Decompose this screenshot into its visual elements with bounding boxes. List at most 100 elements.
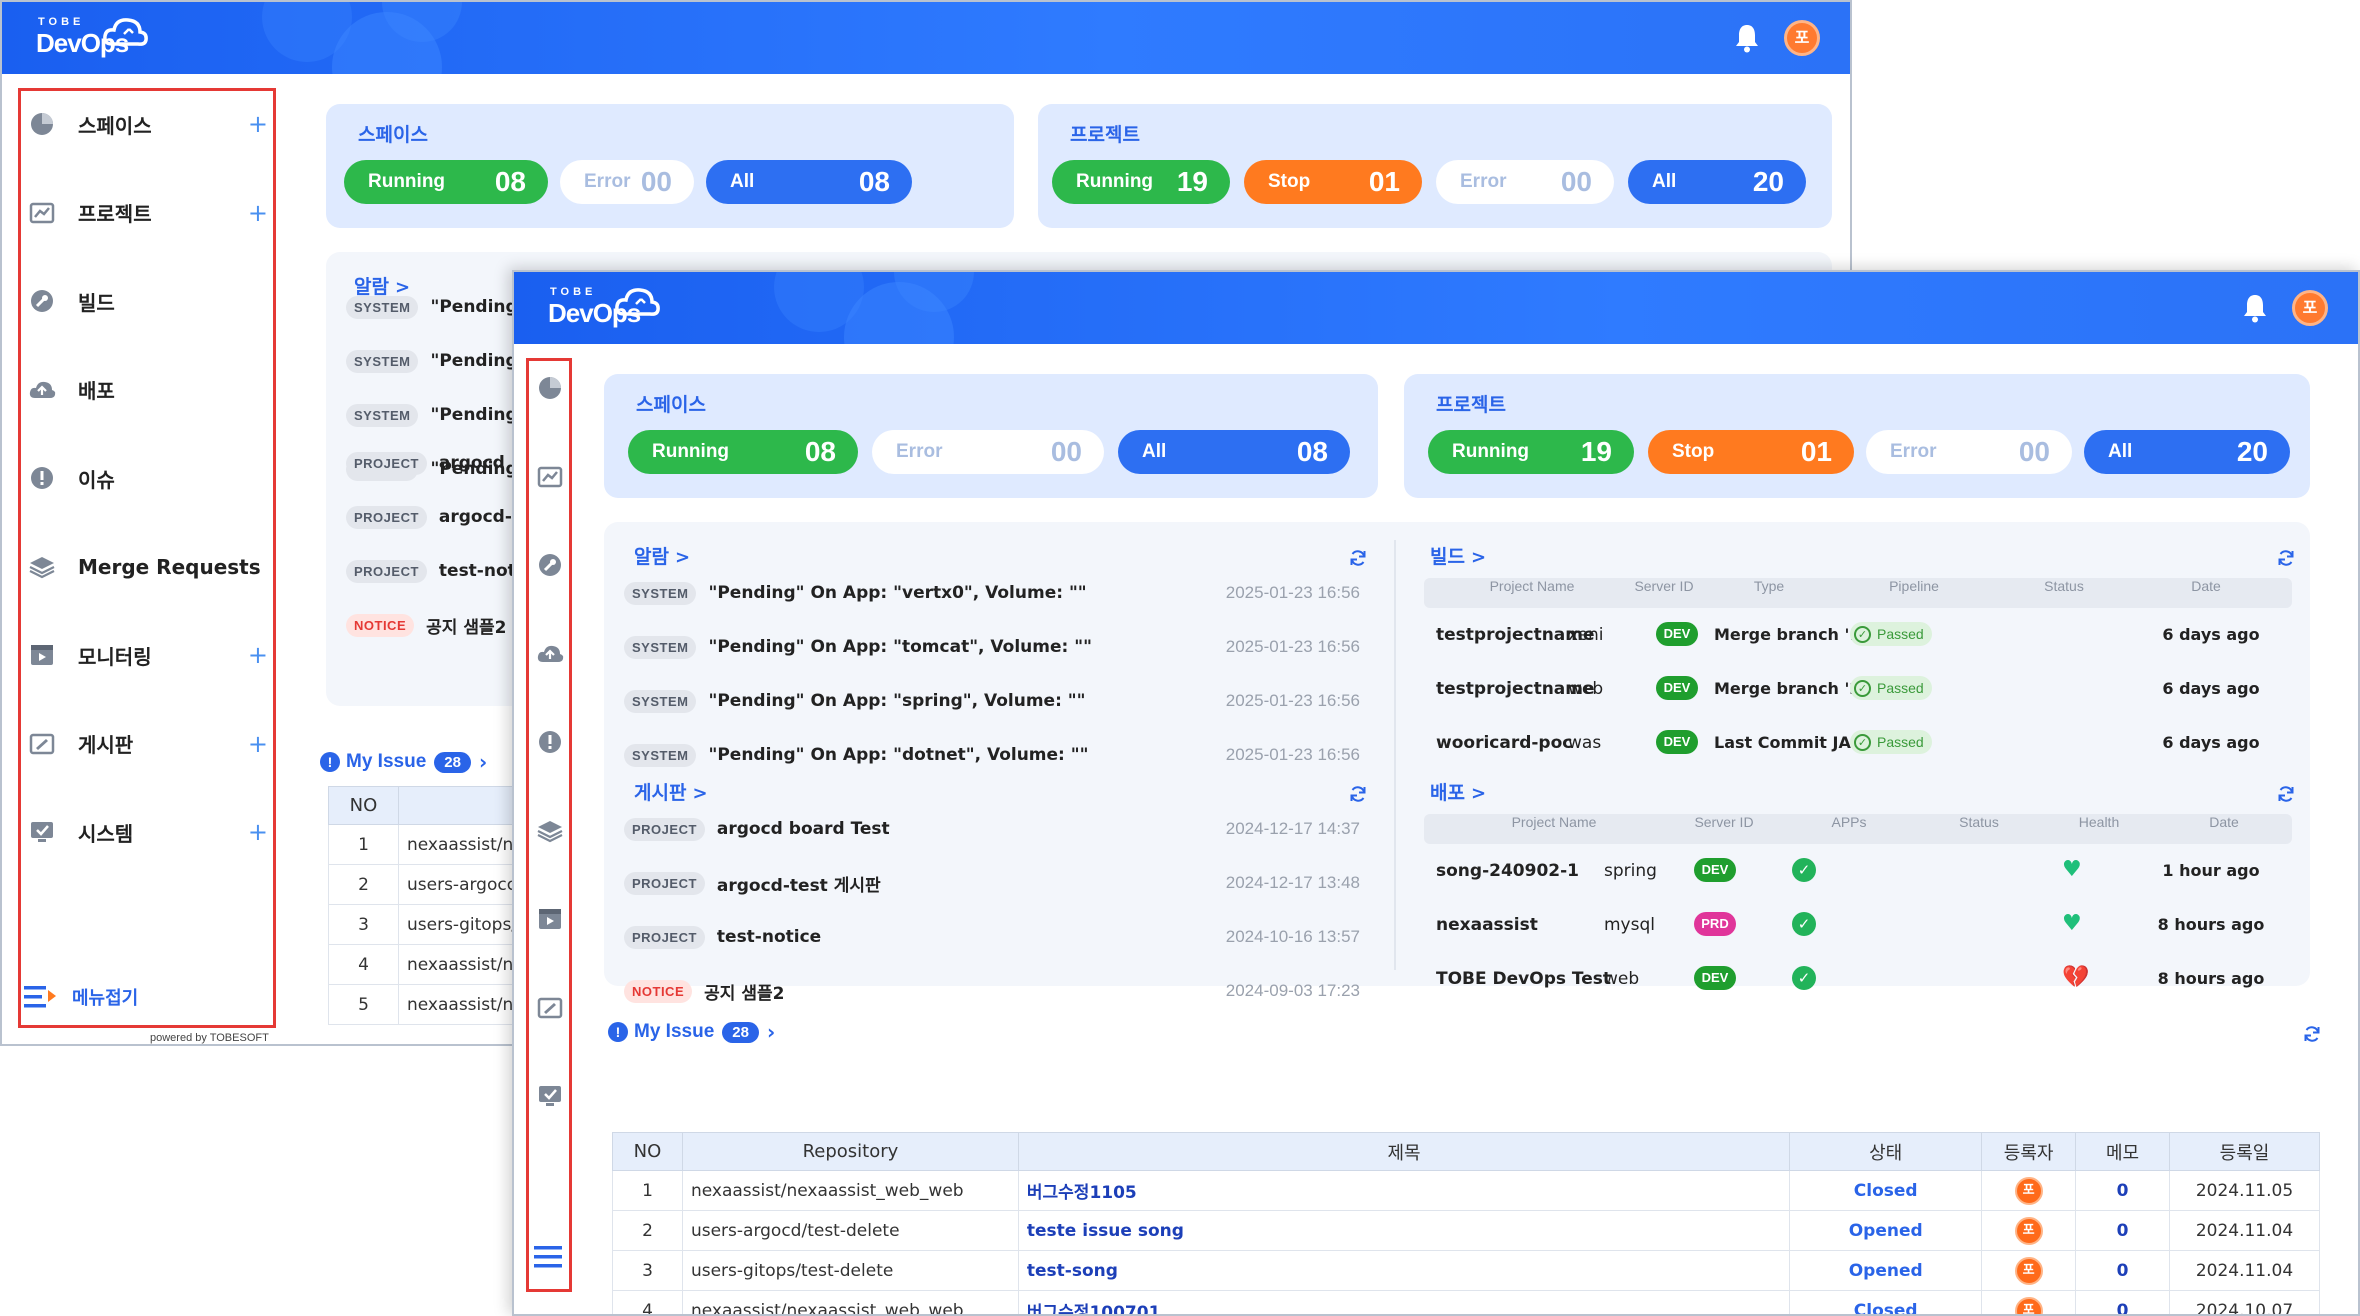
system-check-icon[interactable] xyxy=(536,1082,564,1110)
board-item[interactable]: PROJECT argocd-t xyxy=(346,502,520,532)
col-status: 상태 xyxy=(1789,1132,1983,1171)
wrench-icon[interactable] xyxy=(536,551,564,579)
project-all-pill[interactable]: All 20 xyxy=(2084,430,2290,474)
col-no: NO xyxy=(328,786,399,825)
app-badge: PRD xyxy=(1694,912,1736,936)
bell-icon[interactable] xyxy=(1732,22,1762,54)
avatar: 포 xyxy=(2014,1216,2043,1245)
refresh-icon[interactable] xyxy=(2276,784,2296,804)
heart-icon: ♥ xyxy=(2062,911,2082,936)
pie-chart-icon[interactable] xyxy=(536,374,564,402)
app-badge: DEV xyxy=(1694,966,1736,990)
my-issue-link[interactable]: ! My Issue 28 › xyxy=(320,750,487,774)
layers-icon[interactable] xyxy=(536,817,564,845)
board-item[interactable]: NOTICE 공지 샘플2 xyxy=(624,976,1164,1006)
panel-divider xyxy=(1394,540,1396,970)
plus-icon[interactable]: + xyxy=(248,818,268,846)
sidebar-item-1[interactable]: 프로젝트 + xyxy=(28,193,268,233)
alarm-date: 2025-01-23 16:56 xyxy=(1225,745,1360,764)
alarm-item[interactable]: SYSTEM "Pending" On App: "tomcat", Volum… xyxy=(624,632,1124,662)
space-running-pill[interactable]: Running 08 xyxy=(344,160,548,204)
tag-badge: SYSTEM xyxy=(624,743,697,767)
alarm-item[interactable]: SYSTEM "Pending" On App: "spring", Volum… xyxy=(624,686,1124,716)
table-row[interactable]: 4 nexaassist/nexaassist_web_web 버그수정1007… xyxy=(612,1290,2320,1314)
table-row[interactable]: 3 users-gitops/test-delete test-song Ope… xyxy=(612,1250,2320,1291)
monitor-window-icon[interactable] xyxy=(536,905,564,933)
sidebar-item-8[interactable]: 시스템 + xyxy=(28,812,268,852)
board-link[interactable]: 게시판> xyxy=(634,778,708,805)
tag-badge: SYSTEM xyxy=(624,689,697,713)
cloud-upload-icon[interactable] xyxy=(536,640,564,668)
devops-logo[interactable]: TOBE DevOps xyxy=(548,284,668,332)
sidebar-item-5[interactable]: Merge Requests xyxy=(28,547,268,587)
issue-alert-icon: ! xyxy=(608,1022,628,1042)
sidebar-item-3[interactable]: 배포 xyxy=(28,370,268,410)
deploy-link[interactable]: 배포 > xyxy=(1430,778,1486,805)
wrench-icon xyxy=(28,287,56,315)
alert-icon[interactable] xyxy=(536,728,564,756)
user-avatar[interactable]: 포 xyxy=(1784,20,1820,56)
plus-icon[interactable]: + xyxy=(248,641,268,669)
table-row[interactable]: 2 users-argocd/test-delete teste issue s… xyxy=(612,1210,2320,1251)
alarm-item[interactable]: SYSTEM "Pending" On App: "dotnet", Volum… xyxy=(624,740,1124,770)
bell-icon[interactable] xyxy=(2240,292,2270,324)
project-error-pill[interactable]: Error 00 xyxy=(1866,430,2072,474)
sidebar-item-label: 배포 xyxy=(78,379,115,403)
my-issue-link[interactable]: ! My Issue 28 › xyxy=(608,1020,775,1044)
refresh-icon[interactable] xyxy=(1348,784,1368,804)
refresh-icon[interactable] xyxy=(1348,548,1368,568)
alarm-link[interactable]: 알람 > xyxy=(634,542,690,569)
tag-badge: NOTICE xyxy=(346,613,415,637)
project-stop-pill[interactable]: Stop 01 xyxy=(1648,430,1854,474)
col-title: 제목 xyxy=(1017,1132,1791,1171)
chart-board-icon[interactable] xyxy=(536,463,564,491)
refresh-icon[interactable] xyxy=(2302,1024,2322,1044)
devops-logo[interactable]: TOBE DevOps xyxy=(36,14,156,62)
collapse-menu-button[interactable]: 메뉴접기 xyxy=(24,984,138,1010)
space-running-pill[interactable]: Running 08 xyxy=(628,430,858,474)
project-error-pill[interactable]: Error 00 xyxy=(1436,160,1614,204)
tag-badge: PROJECT xyxy=(346,451,427,475)
alarm-item[interactable]: SYSTEM "Pending xyxy=(346,400,518,430)
project-card-title: 프로젝트 xyxy=(1436,394,1506,416)
space-card-title: 스페이스 xyxy=(358,124,428,146)
project-all-pill[interactable]: All 20 xyxy=(1628,160,1806,204)
plus-icon[interactable]: + xyxy=(248,110,268,138)
expand-menu-icon[interactable] xyxy=(534,1244,564,1270)
project-running-pill[interactable]: Running 19 xyxy=(1052,160,1230,204)
board-item[interactable]: NOTICE 공지 샘플2 xyxy=(346,610,506,640)
board-item[interactable]: PROJECT argocd board Test xyxy=(624,814,1164,844)
refresh-icon[interactable] xyxy=(2276,548,2296,568)
issue-alert-icon: ! xyxy=(320,752,340,772)
board-item[interactable]: PROJECT argocd-test 게시판 xyxy=(624,868,1164,898)
board-item[interactable]: PROJECT argocd b xyxy=(346,448,523,478)
user-avatar[interactable]: 포 xyxy=(2292,290,2328,326)
alarm-item[interactable]: SYSTEM "Pending xyxy=(346,346,518,376)
project-running-pill[interactable]: Running 19 xyxy=(1428,430,1634,474)
space-error-pill[interactable]: Error 00 xyxy=(560,160,694,204)
alarm-item[interactable]: SYSTEM "Pending xyxy=(346,292,518,322)
sidebar-item-0[interactable]: 스페이스 + xyxy=(28,104,268,144)
main-content: 스페이스 Running 08 Error 00 All 08 프로젝트 Runnin… xyxy=(584,344,2358,1314)
sidebar-item-4[interactable]: 이슈 xyxy=(28,458,268,498)
space-error-pill[interactable]: Error 00 xyxy=(872,430,1104,474)
space-all-pill[interactable]: All 08 xyxy=(706,160,912,204)
board-item[interactable]: PROJECT test-noti xyxy=(346,556,522,586)
board-pen-icon[interactable] xyxy=(536,994,564,1022)
space-all-pill[interactable]: All 08 xyxy=(1118,430,1350,474)
board-item[interactable]: PROJECT test-notice xyxy=(624,922,1164,952)
sidebar-item-2[interactable]: 빌드 xyxy=(28,281,268,321)
alarm-item[interactable]: SYSTEM "Pending" On App: "vertx0", Volum… xyxy=(624,578,1124,608)
project-stop-pill[interactable]: Stop 01 xyxy=(1244,160,1422,204)
plus-icon[interactable]: + xyxy=(248,199,268,227)
plus-icon[interactable]: + xyxy=(248,730,268,758)
table-row[interactable]: 1 nexaassist/nexaassist_web_web 버그수정1105… xyxy=(612,1170,2320,1211)
tag-badge: SYSTEM xyxy=(624,635,697,659)
sidebar-item-7[interactable]: 게시판 + xyxy=(28,724,268,764)
top-bar: TOBE DevOps 포 xyxy=(2,2,1850,74)
build-link[interactable]: 빌드 > xyxy=(1430,542,1486,569)
tag-badge: SYSTEM xyxy=(346,403,419,427)
alert-icon xyxy=(28,464,56,492)
check-icon: ✓ xyxy=(1854,679,1871,697)
sidebar-item-6[interactable]: 모니터링 + xyxy=(28,635,268,675)
